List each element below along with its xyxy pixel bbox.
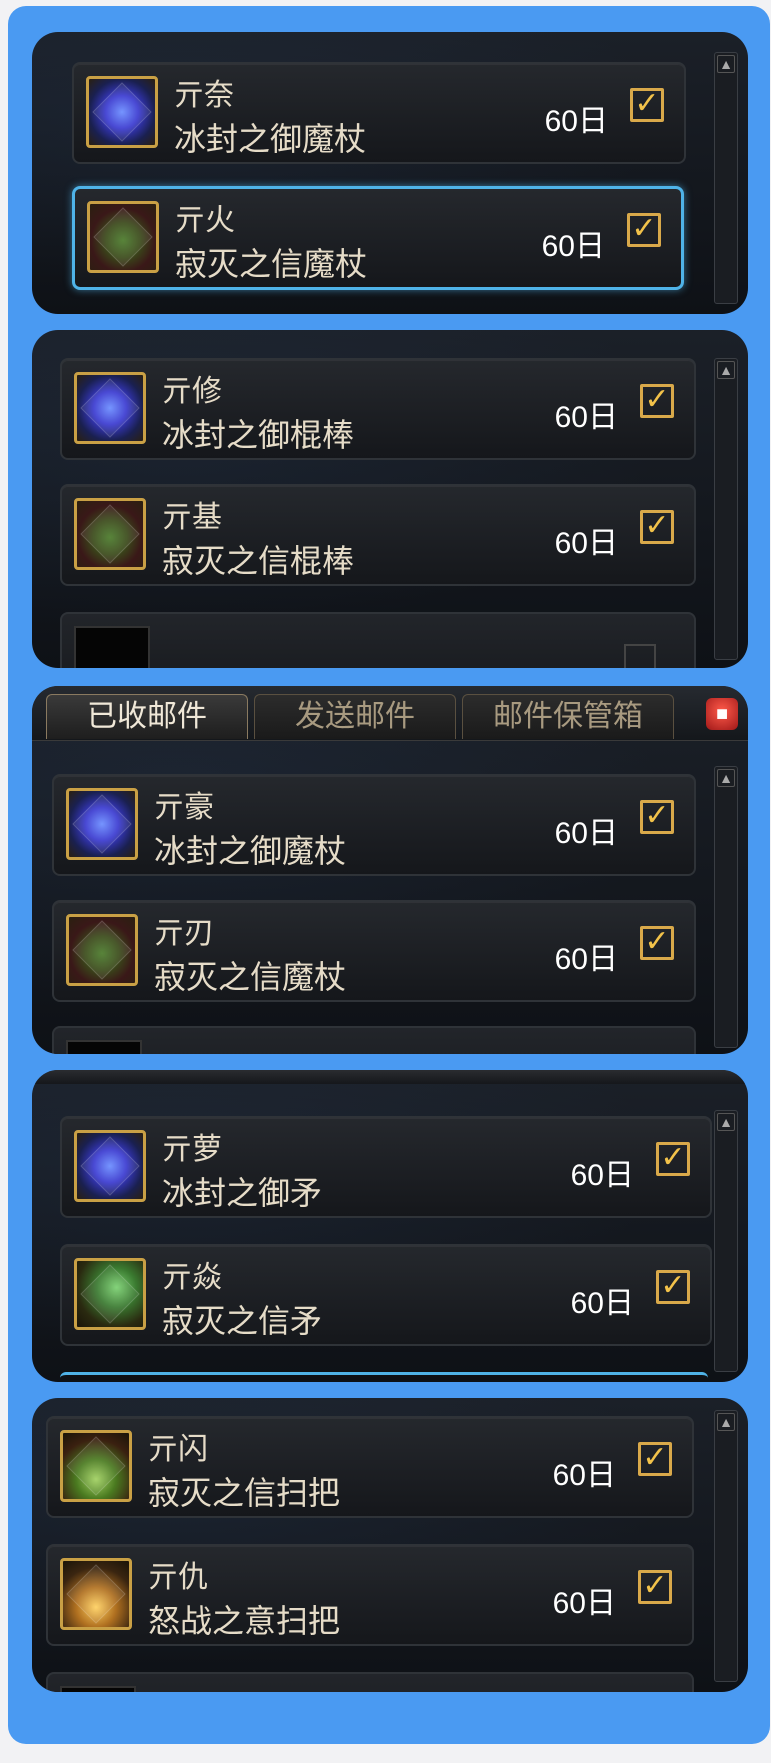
club-ice-icon	[74, 372, 146, 444]
select-checkbox[interactable]: ✓	[656, 1142, 690, 1176]
mail-panel-4: 亓萝 冰封之御矛 60日 ✓ 亓焱 寂灭之信矛 60日 ✓ ▲	[32, 1070, 748, 1382]
tab-sent[interactable]: 发送邮件	[254, 694, 456, 739]
item-name: 冰封之御棍棒	[162, 417, 355, 453]
staff-ice-icon	[86, 76, 158, 148]
item-name: 寂灭之信棍棒	[162, 543, 355, 579]
select-checkbox[interactable]: ✓	[640, 800, 674, 834]
broom-fury-icon	[60, 1558, 132, 1630]
mail-item-selected[interactable]: 亓火 寂灭之信魔杖 60日 ✓	[72, 186, 684, 290]
duration: 60日	[554, 401, 618, 434]
duration: 60日	[541, 230, 605, 263]
mail-item[interactable]: 亓萝 冰封之御矛 60日 ✓	[60, 1116, 712, 1218]
staff-dark-icon	[87, 201, 159, 273]
item-name: 寂灭之信魔杖	[154, 959, 347, 995]
mail-item[interactable]: 亓奈 冰封之御魔杖 60日 ✓	[72, 62, 686, 164]
scrollbar[interactable]: ▲	[714, 1110, 738, 1372]
spear-dark-icon	[74, 1258, 146, 1330]
item-name: 冰封之御矛	[162, 1175, 323, 1211]
mail-item[interactable]: 亓焱 寂灭之信矛 60日 ✓	[60, 1244, 712, 1346]
mail-item[interactable]: 亓仇 怒战之意扫把 60日 ✓	[46, 1544, 694, 1646]
duration: 60日	[544, 105, 608, 138]
sender-name: 亓仇	[148, 1561, 208, 1594]
select-checkbox[interactable]: ✓	[640, 510, 674, 544]
select-checkbox[interactable]: ✓	[640, 384, 674, 418]
empty-mail-slot	[52, 1026, 696, 1054]
sender-name: 亓焱	[162, 1261, 222, 1294]
mail-item[interactable]: 亓刃 寂灭之信魔杖 60日 ✓	[52, 900, 696, 1002]
mailbox-alert-icon[interactable]: ■	[706, 698, 738, 730]
item-name: 怒战之意扫把	[148, 1603, 341, 1639]
select-checkbox[interactable]: ✓	[638, 1570, 672, 1604]
item-name: 冰封之御魔杖	[154, 833, 347, 869]
mail-panel-1: 亓奈 冰封之御魔杖 60日 ✓ 亓火 寂灭之信魔杖 60日 ✓ ▲	[32, 32, 748, 314]
empty-icon-slot	[74, 626, 150, 668]
scroll-up-icon[interactable]: ▲	[717, 769, 735, 787]
duration: 60日	[554, 943, 618, 976]
duration: 60日	[552, 1587, 616, 1620]
broom-dark-icon	[60, 1430, 132, 1502]
scrollbar[interactable]: ▲	[714, 52, 738, 304]
scrollbar[interactable]: ▲	[714, 358, 738, 660]
select-checkbox[interactable]: ✓	[627, 213, 661, 247]
mail-tabs: 已收邮件 发送邮件 邮件保管箱 ■	[32, 686, 748, 741]
scroll-up-icon[interactable]: ▲	[717, 1413, 735, 1431]
duration: 60日	[554, 817, 618, 850]
mail-item[interactable]: 亓闪 寂灭之信扫把 60日 ✓	[46, 1416, 694, 1518]
club-dark-icon	[74, 498, 146, 570]
select-checkbox[interactable]: ✓	[638, 1442, 672, 1476]
selected-item-edge	[60, 1372, 708, 1382]
tabs-cutoff	[32, 1070, 748, 1084]
sender-name: 亓火	[175, 204, 235, 237]
sender-name: 亓豪	[154, 791, 214, 824]
duration: 60日	[570, 1159, 634, 1192]
scroll-up-icon[interactable]: ▲	[717, 55, 735, 73]
mail-item[interactable]: 亓基 寂灭之信棍棒 60日 ✓	[60, 484, 696, 586]
sender-name: 亓基	[162, 501, 222, 534]
staff-ice-icon	[66, 788, 138, 860]
empty-icon-slot	[60, 1686, 136, 1692]
duration: 60日	[570, 1287, 634, 1320]
tab-received[interactable]: 已收邮件	[46, 694, 248, 739]
item-name: 寂灭之信魔杖	[175, 246, 368, 282]
empty-mail-slot	[60, 612, 696, 668]
duration: 60日	[554, 527, 618, 560]
sender-name: 亓修	[162, 375, 222, 408]
mail-item[interactable]: 亓修 冰封之御棍棒 60日 ✓	[60, 358, 696, 460]
scrollbar[interactable]: ▲	[714, 766, 738, 1048]
sender-name: 亓奈	[174, 79, 234, 112]
disabled-checkbox	[624, 644, 656, 668]
empty-icon-slot	[66, 1040, 142, 1054]
scrollbar[interactable]: ▲	[714, 1410, 738, 1682]
duration: 60日	[552, 1459, 616, 1492]
select-checkbox[interactable]: ✓	[640, 926, 674, 960]
spear-ice-icon	[74, 1130, 146, 1202]
scroll-up-icon[interactable]: ▲	[717, 1113, 735, 1131]
mail-panel-3: 已收邮件 发送邮件 邮件保管箱 ■ 亓豪 冰封之御魔杖 60日 ✓ 亓刃 寂灭之…	[32, 686, 748, 1054]
sender-name: 亓萝	[162, 1133, 222, 1166]
tab-storage[interactable]: 邮件保管箱	[462, 694, 674, 739]
mail-panel-2: 亓修 冰封之御棍棒 60日 ✓ 亓基 寂灭之信棍棒 60日 ✓ ▲	[32, 330, 748, 668]
select-checkbox[interactable]: ✓	[630, 88, 664, 122]
sender-name: 亓闪	[148, 1433, 208, 1466]
item-name: 寂灭之信矛	[162, 1303, 323, 1339]
item-name: 冰封之御魔杖	[174, 121, 367, 157]
sender-name: 亓刃	[154, 917, 214, 950]
mail-item[interactable]: 亓豪 冰封之御魔杖 60日 ✓	[52, 774, 696, 876]
scroll-up-icon[interactable]: ▲	[717, 361, 735, 379]
empty-mail-slot	[46, 1672, 694, 1692]
item-name: 寂灭之信扫把	[148, 1475, 341, 1511]
mail-panel-5: 亓闪 寂灭之信扫把 60日 ✓ 亓仇 怒战之意扫把 60日 ✓ ▲	[32, 1398, 748, 1692]
select-checkbox[interactable]: ✓	[656, 1270, 690, 1304]
staff-dark-icon	[66, 914, 138, 986]
